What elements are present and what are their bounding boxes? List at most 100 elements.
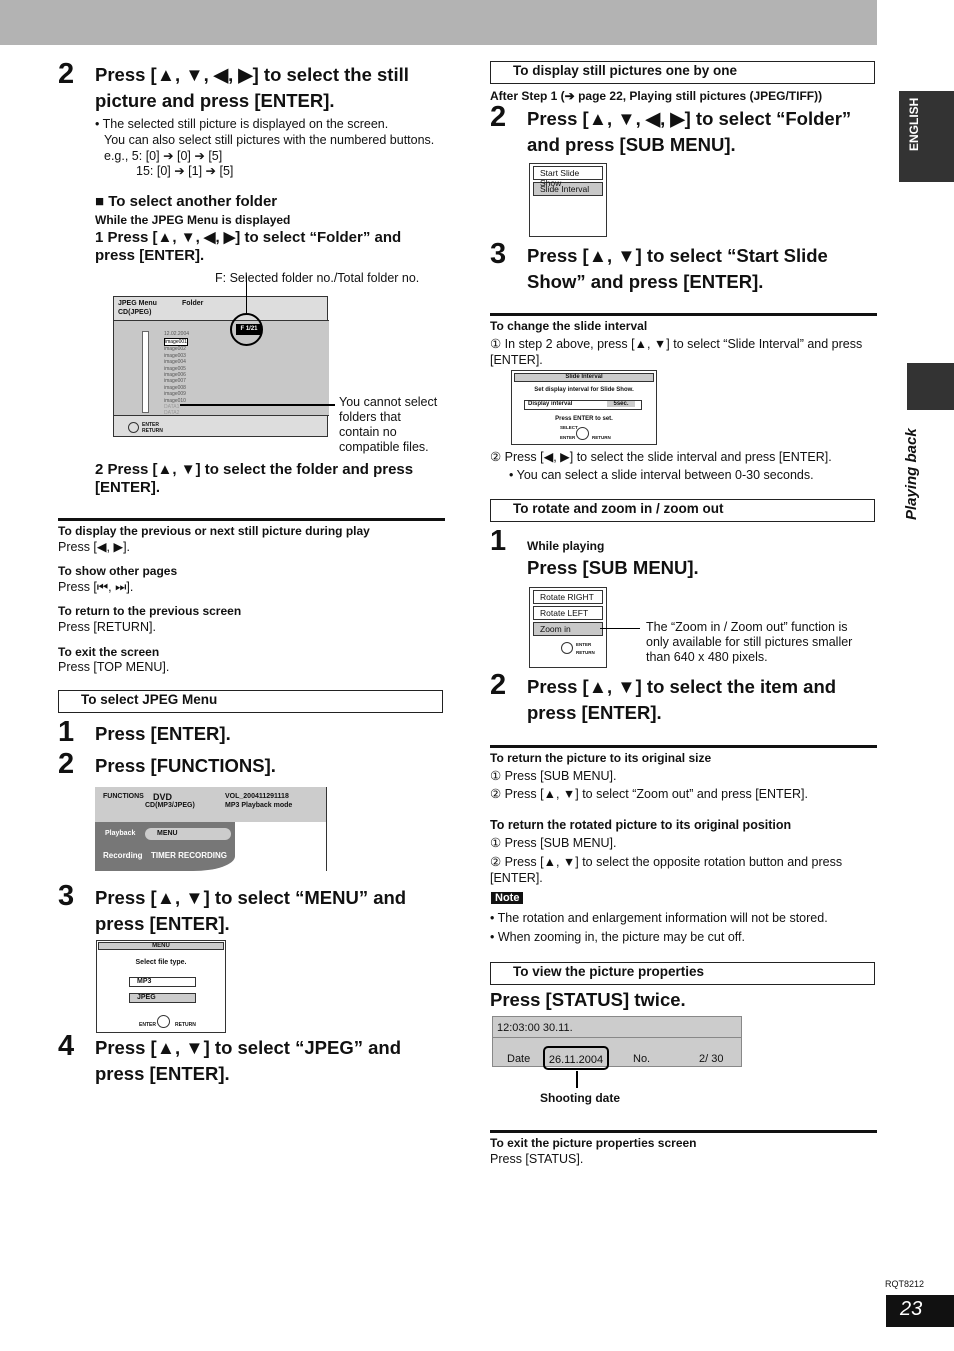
example: 15: [0] ➔ [1] ➔ [5]	[136, 164, 234, 178]
sub-step: 1 Press [▲, ▼, ◀, ▶] to select “Folder” …	[95, 229, 402, 264]
text: When zooming in, the picture may be cut …	[497, 930, 745, 944]
callout-line	[600, 628, 640, 629]
option-mp3[interactable]: MP3	[129, 977, 196, 987]
prompt: Select file type.	[135, 959, 187, 966]
divider	[490, 745, 877, 748]
number-label: No.	[633, 1053, 651, 1065]
tip-heading: To return the rotated picture to its ori…	[490, 818, 792, 832]
prompt: Set display interval for Slide Show.	[534, 387, 634, 393]
interval-label: Display interval	[528, 401, 573, 407]
header-bar	[0, 0, 877, 45]
step-heading: Press [▲, ▼] to select “MENU” and press …	[95, 887, 407, 934]
step-heading: Press [▲, ▼, ◀, ▶] to select “Folder” an…	[527, 108, 852, 155]
menu-option[interactable]: MENU	[145, 828, 231, 840]
option-jpeg[interactable]: JPEG	[129, 993, 196, 1003]
folder-item[interactable]: image002	[164, 346, 188, 352]
folder-item[interactable]: DATA2	[164, 410, 188, 416]
step-number: 2	[58, 58, 75, 90]
highlight-circle	[230, 313, 263, 346]
step-heading: Press [STATUS] twice.	[490, 989, 686, 1010]
instruction: Press ENTER to set.	[555, 416, 613, 422]
tip-text: Press [◀, ▶].	[58, 540, 131, 554]
section-marker	[907, 363, 954, 410]
functions-screen: FUNCTIONS DVD CD(MP3/JPEG) VOL_200411291…	[95, 787, 327, 871]
status-screen: 12:03:00 30.11. Date 26.11.2004 No. 2/ 3…	[492, 1016, 742, 1070]
bullet: • You can select a slide interval betwee…	[509, 468, 814, 482]
document-code: RQT8212	[885, 1279, 925, 1289]
folder-area: 12.02.2004 image001 image002 image003 image…	[114, 320, 329, 416]
callout: The “Zoom in / Zoom out” function is onl…	[646, 620, 853, 664]
timer-option[interactable]: TIMER RECORDING	[151, 851, 227, 860]
text: The selected still picture is displayed …	[102, 117, 389, 131]
menu-item-rotate-left[interactable]: Rotate LEFT	[533, 606, 603, 620]
enter-hint: ENTER	[139, 1022, 156, 1028]
subheading: While playing	[527, 539, 605, 553]
scrollbar[interactable]	[142, 331, 149, 413]
tip-text: Press [RETURN].	[58, 620, 156, 634]
bullet: • The rotation and enlargement informati…	[490, 911, 828, 925]
text: You can select a slide interval between …	[516, 468, 814, 482]
slide-interval-screen: Slide Interval Set display interval for …	[511, 370, 657, 445]
section-box: To display still pictures one by one	[490, 61, 875, 84]
date-label: Date	[507, 1053, 531, 1065]
step-number: 3	[490, 238, 507, 270]
folder-item[interactable]: image001	[164, 338, 188, 347]
tip-heading: To exit the screen	[58, 645, 160, 659]
sub-menu-screen: Rotate RIGHT Rotate LEFT Zoom in ENTER R…	[529, 587, 607, 668]
text: The rotation and enlargement information…	[497, 911, 828, 925]
interval-value[interactable]: 5sec.	[607, 401, 635, 407]
step-heading: Press [▲, ▼] to select the item and pres…	[527, 676, 837, 723]
date: 12.02.2004	[164, 331, 190, 337]
page-number: 23	[886, 1295, 954, 1327]
section-label: Playing back	[903, 428, 920, 520]
subheading: ■ To select another folder	[95, 193, 278, 210]
return-hint: RETURN	[175, 1022, 196, 1028]
enter-hint: ENTER	[576, 642, 592, 647]
functions-label: FUNCTIONS	[103, 793, 144, 800]
step-heading: Press [ENTER].	[95, 723, 231, 744]
menu-item-slide-interval[interactable]: Slide Interval	[533, 182, 603, 196]
menu-item-zoom-in[interactable]: Zoom in	[533, 622, 603, 636]
tip-heading: To return the picture to its original si…	[490, 751, 712, 765]
instruction: ② Press [◀, ▶] to select the slide inter…	[490, 450, 832, 464]
tip-heading: To exit the picture properties screen	[490, 1136, 697, 1150]
bullet: • The selected still picture is displaye…	[95, 117, 389, 131]
recording-label: Recording	[103, 851, 143, 860]
tip-heading: To change the slide interval	[490, 319, 648, 333]
section-box: To rotate and zoom in / zoom out	[490, 499, 875, 522]
jpeg-menu-screen: JPEG Menu Folder CD(JPEG) 12.02.2004 ima…	[113, 275, 329, 437]
mode-label: MP3 Playback mode	[225, 802, 293, 809]
subheading: While the JPEG Menu is displayed	[95, 213, 291, 227]
menu-item-rotate-right[interactable]: Rotate RIGHT	[533, 590, 603, 604]
language-label: ENGLISH	[907, 97, 921, 151]
section-box: To select JPEG Menu	[58, 690, 443, 713]
folder-item[interactable]: image007	[164, 378, 188, 384]
screen-title: JPEG Menu	[118, 300, 157, 307]
tip-heading: To display the previous or next still pi…	[58, 524, 370, 538]
step-number: 2	[490, 669, 507, 701]
folder-item[interactable]: image009	[164, 391, 188, 397]
number-value: 2/ 30	[699, 1053, 724, 1065]
folder-item[interactable]: image004	[164, 359, 188, 365]
instruction: ② Press [▲, ▼] to select the opposite ro…	[490, 855, 843, 885]
callout-line	[576, 1071, 578, 1088]
playback-label: Playback	[105, 830, 136, 837]
interval-row: Display interval 5sec.	[524, 400, 642, 410]
divider	[490, 1130, 877, 1133]
sub-menu-screen: Start Slide Show Slide Interval	[529, 163, 607, 237]
step-heading: Press [SUB MENU].	[527, 557, 699, 578]
example: e.g., 5: [0] ➔ [0] ➔ [5]	[104, 149, 223, 163]
step-number: 4	[58, 1030, 75, 1062]
tip-text: Press [TOP MENU].	[58, 660, 170, 674]
step-heading: Press [FUNCTIONS].	[95, 755, 276, 776]
date-value: 26.11.2004	[543, 1046, 609, 1070]
return-hint: RETURN	[592, 435, 611, 440]
text: You can also select still pictures with …	[104, 133, 435, 147]
time-readout: 12:03:00 30.11.	[497, 1022, 573, 1034]
step-heading: Press [▲, ▼, ◀, ▶] to select the still p…	[95, 64, 409, 111]
remote-dial-icon	[128, 422, 139, 433]
step-number: 2	[58, 748, 75, 780]
menu-item-start-slide-show[interactable]: Start Slide Show	[533, 166, 603, 188]
menu-screen: MENU Select file type. MP3 JPEG ENTER RE…	[96, 940, 226, 1033]
return-hint: RETURN	[576, 650, 595, 655]
